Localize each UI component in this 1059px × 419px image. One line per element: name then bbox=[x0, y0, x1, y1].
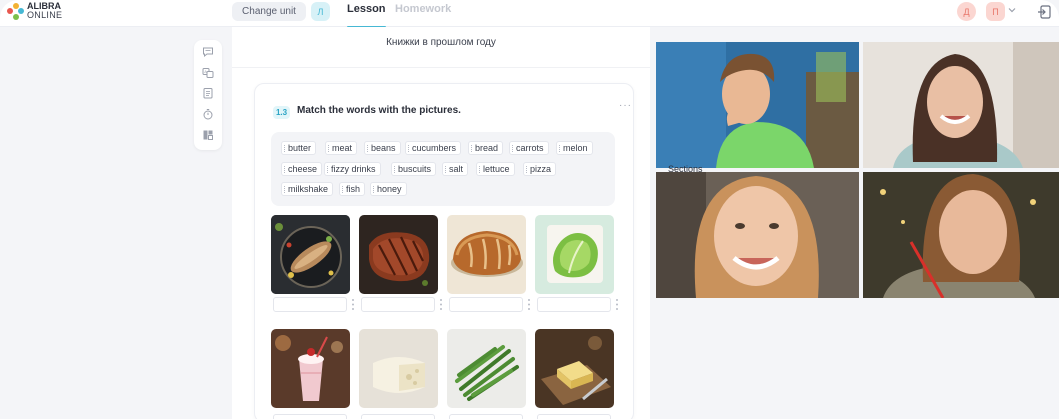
timer-icon[interactable] bbox=[202, 108, 214, 120]
answer-field[interactable] bbox=[449, 297, 523, 312]
logo-icon bbox=[7, 2, 24, 20]
word-bank: butter meat beans cucumbers bread carrot… bbox=[271, 132, 615, 206]
answer-field[interactable] bbox=[361, 414, 435, 419]
chevron-down-icon[interactable] bbox=[1008, 6, 1016, 14]
fish-picture bbox=[271, 215, 350, 294]
exercise-title: Match the words with the pictures. bbox=[297, 105, 461, 116]
user-avatar[interactable]: Д bbox=[957, 2, 976, 21]
change-unit-button[interactable]: Change unit bbox=[232, 2, 306, 21]
logo-line-2: ONLINE bbox=[27, 10, 63, 20]
layout-icon[interactable] bbox=[202, 129, 214, 141]
answer-field[interactable] bbox=[449, 414, 523, 419]
section-title: Книжки в прошлом году bbox=[386, 37, 496, 48]
video-tile-student-boy[interactable] bbox=[656, 42, 859, 168]
lettuce-picture bbox=[535, 215, 614, 294]
lesson-panel: Книжки в прошлом году 1.3 Match the word… bbox=[232, 27, 650, 419]
exercise-card: 1.3 Match the words with the pictures. ·… bbox=[254, 83, 634, 419]
answer-field[interactable] bbox=[273, 414, 347, 419]
answer-field[interactable] bbox=[537, 414, 611, 419]
word-chip[interactable]: beans bbox=[364, 141, 401, 155]
cheese-picture bbox=[359, 329, 438, 408]
drag-handle-icon[interactable] bbox=[351, 297, 355, 312]
word-chip[interactable]: melon bbox=[556, 141, 593, 155]
video-tile-student-girl-2[interactable] bbox=[863, 172, 1059, 298]
chat-icon[interactable] bbox=[202, 46, 214, 58]
video-tile-teacher[interactable] bbox=[863, 42, 1059, 168]
more-icon[interactable]: ··· bbox=[619, 101, 631, 111]
milkshake-picture bbox=[271, 329, 350, 408]
unit-badge[interactable]: Л bbox=[311, 2, 330, 21]
bread-picture bbox=[447, 215, 526, 294]
partial-label: Sections bbox=[668, 164, 703, 174]
word-chip[interactable]: cucumbers bbox=[405, 141, 462, 155]
logo: ALIBRA ONLINE bbox=[7, 2, 62, 20]
word-chip[interactable]: honey bbox=[370, 182, 407, 196]
word-chip[interactable]: milkshake bbox=[281, 182, 334, 196]
answer-field[interactable] bbox=[273, 297, 347, 312]
app-window: ALIBRA ONLINE Change unit Л Lesson Homew… bbox=[0, 0, 1059, 419]
beans-picture bbox=[447, 329, 526, 408]
notes-icon[interactable] bbox=[202, 87, 214, 99]
word-chip[interactable]: butter bbox=[281, 141, 317, 155]
word-chip[interactable]: salt bbox=[442, 162, 469, 176]
video-tile-student-girl-1[interactable] bbox=[656, 172, 859, 298]
exercise-number: 1.3 bbox=[273, 106, 290, 119]
word-chip[interactable]: carrots bbox=[509, 141, 549, 155]
drag-handle-icon[interactable] bbox=[615, 297, 619, 312]
top-bar: ALIBRA ONLINE Change unit Л Lesson Homew… bbox=[0, 0, 1059, 28]
profile-avatar[interactable]: П bbox=[986, 2, 1005, 21]
translate-icon[interactable]: A bbox=[202, 67, 214, 79]
word-chip[interactable]: fizzy drinks bbox=[324, 162, 381, 176]
tool-rail: A bbox=[194, 40, 222, 150]
word-chip[interactable]: meat bbox=[325, 141, 358, 155]
drag-handle-icon[interactable] bbox=[527, 297, 531, 312]
word-chip[interactable]: cheese bbox=[281, 162, 323, 176]
exit-icon[interactable] bbox=[1035, 3, 1053, 21]
meat-picture bbox=[359, 215, 438, 294]
answer-field[interactable] bbox=[361, 297, 435, 312]
word-chip[interactable]: pizza bbox=[523, 162, 557, 176]
word-chip[interactable]: fish bbox=[339, 182, 366, 196]
word-chip[interactable]: lettuce bbox=[476, 162, 515, 176]
word-chip[interactable]: bread bbox=[468, 141, 504, 155]
word-chip[interactable]: buscuits bbox=[391, 162, 437, 176]
butter-picture bbox=[535, 329, 614, 408]
svg-text:A: A bbox=[204, 69, 207, 74]
tab-homework[interactable]: Homework bbox=[395, 3, 451, 25]
answer-field[interactable] bbox=[537, 297, 611, 312]
drag-handle-icon[interactable] bbox=[439, 297, 443, 312]
divider bbox=[232, 67, 650, 68]
tab-lesson[interactable]: Lesson bbox=[347, 3, 386, 28]
